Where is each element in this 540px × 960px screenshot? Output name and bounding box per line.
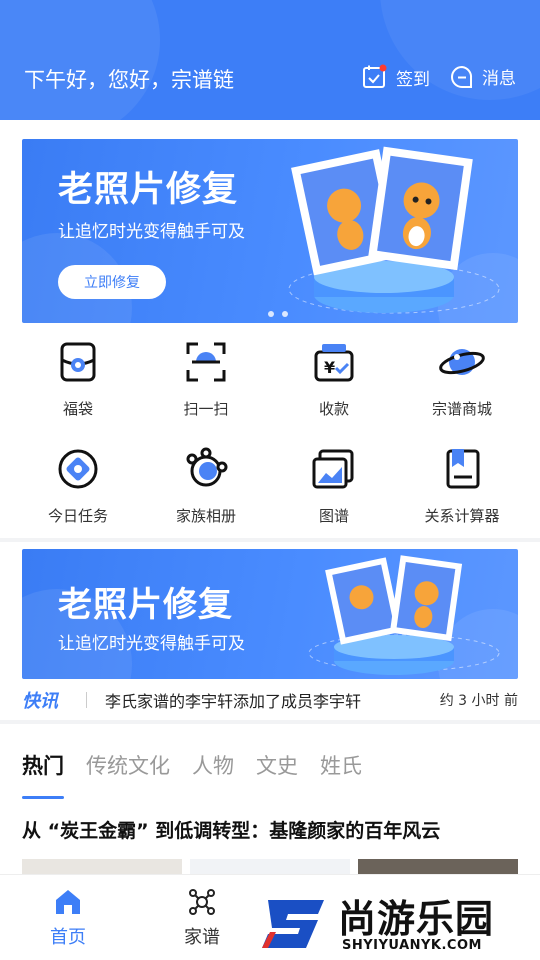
signin-label: 签到: [396, 69, 430, 90]
grid-label: 关系计算器: [424, 507, 500, 525]
grid-item-daily-task[interactable]: 今日任务: [14, 445, 142, 526]
watermark-url: SHYIYUANYK.COM: [342, 938, 482, 953]
planet-mall-icon: [439, 349, 485, 375]
grid-item-scan[interactable]: 扫一扫: [142, 338, 270, 419]
family-tree-icon: [189, 889, 215, 915]
site-watermark: 尚游乐园 SHYIYUANYK.COM: [258, 888, 540, 960]
grid-item-payment[interactable]: ¥ 收款: [270, 338, 398, 419]
banner-title: 老照片修复: [58, 170, 239, 210]
lucky-bag-icon: [60, 342, 96, 382]
nav-home-label: 首页: [50, 927, 86, 948]
watermark-logo: [262, 900, 324, 948]
news-tag: 快讯: [22, 691, 58, 712]
tab-traditional-culture[interactable]: 传统文化: [86, 750, 170, 780]
photo-frames-illustration: [308, 555, 500, 675]
restore-now-button[interactable]: 立即修复: [58, 265, 166, 299]
photo-restore-banner-secondary[interactable]: 老照片修复 让追忆时光变得触手可及: [22, 549, 518, 679]
news-card: 老照片修复 让追忆时光变得触手可及 快讯 李氏家谱的李宇轩添加了成员李宇轩 约 …: [0, 542, 540, 720]
grid-label: 家族相册: [175, 507, 236, 525]
photo-restore-banner[interactable]: 老照片修复 让追忆时光变得触手可及 立即修复: [22, 139, 518, 323]
home-icon: [56, 890, 80, 914]
banner-subtitle: 让追忆时光变得触手可及: [58, 634, 245, 654]
messages-label: 消息: [482, 69, 516, 89]
category-tabs: 热门 传统文化 人物 文史 姓氏: [22, 750, 362, 780]
banner-title: 老照片修复: [58, 585, 233, 625]
grid-item-relation-calculator[interactable]: 关系计算器: [398, 445, 526, 526]
grid-label: 图谱: [318, 507, 349, 525]
tab-people[interactable]: 人物: [192, 750, 234, 780]
tab-hot[interactable]: 热门: [22, 750, 64, 780]
grid-label: 今日任务: [47, 507, 108, 525]
photo-frames-illustration: [288, 146, 500, 314]
news-text: 李氏家谱的李宇轩添加了成员李宇轩: [105, 692, 362, 711]
header-decoration: [0, 0, 160, 120]
relation-calculator-icon: [446, 449, 480, 489]
grid-label: 福袋: [62, 400, 93, 418]
grid-item-family-album[interactable]: 家族相册: [142, 445, 270, 526]
nav-home[interactable]: 首页: [28, 887, 108, 949]
pedigree-chart-icon: [312, 449, 354, 489]
svg-text:¥: ¥: [324, 358, 335, 377]
calendar-check-icon: [363, 64, 387, 88]
greeting-text: 下午好，您好，宗谱链: [24, 68, 234, 92]
grid-label: 扫一扫: [183, 400, 229, 418]
grid-item-lucky-bag[interactable]: 福袋: [14, 338, 142, 419]
article-title[interactable]: 从 “炭王金霸” 到低调转型：基隆颜家的百年风云: [22, 816, 440, 843]
tab-history[interactable]: 文史: [256, 750, 298, 780]
watermark-name: 尚游乐园: [338, 897, 495, 941]
tab-surnames[interactable]: 姓氏: [320, 750, 362, 780]
feature-grid: 福袋 扫一扫 ¥ 收款 宗谱商城 今日任务 家族相册 图谱 关系计算器: [0, 338, 540, 526]
carousel-indicator: [268, 311, 288, 317]
news-ticker[interactable]: 快讯 李氏家谱的李宇轩添加了成员李宇轩 约 3 小时 前: [22, 687, 518, 713]
feed-card: 热门 传统文化 人物 文史 姓氏 从 “炭王金霸” 到低调转型：基隆颜家的百年风…: [0, 724, 540, 880]
main-card: 老照片修复 让追忆时光变得触手可及 立即修复 福袋 扫一扫 ¥ 收款 宗谱商城 …: [0, 120, 540, 538]
top-header: 下午好，您好，宗谱链 签到 消息: [0, 0, 540, 120]
scan-icon: [186, 342, 226, 382]
signin-button[interactable]: 签到: [362, 64, 430, 90]
grid-label: 宗谱商城: [431, 400, 492, 418]
messages-button[interactable]: 消息: [450, 64, 516, 89]
nav-family-tree-label: 家谱: [184, 927, 220, 948]
nav-family-tree[interactable]: 家谱: [162, 887, 242, 949]
payment-icon: ¥: [314, 344, 354, 382]
news-time: 约 3 小时 前: [439, 693, 518, 709]
grid-item-mall[interactable]: 宗谱商城: [398, 338, 526, 419]
banner-subtitle: 让追忆时光变得触手可及: [58, 222, 245, 242]
divider: [86, 692, 87, 708]
grid-item-pedigree[interactable]: 图谱: [270, 445, 398, 526]
active-tab-indicator: [22, 796, 64, 799]
message-icon: [451, 65, 473, 88]
family-album-icon: [186, 447, 228, 487]
grid-label: 收款: [318, 400, 349, 418]
task-icon: [58, 449, 98, 489]
